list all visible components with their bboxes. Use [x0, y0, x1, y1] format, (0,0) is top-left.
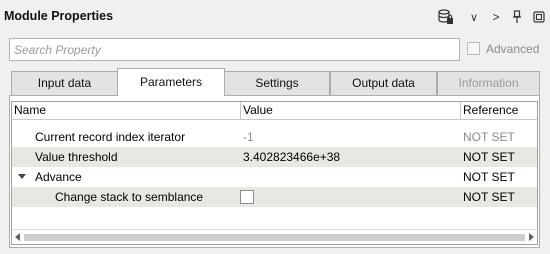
column-header-name[interactable]: Name [12, 102, 46, 120]
grid-header: Name Value Reference [12, 102, 537, 120]
property-value[interactable]: 3.402823466e+38 [243, 147, 340, 167]
property-name: Value threshold [35, 150, 118, 164]
tab-input-data[interactable]: Input data [11, 71, 118, 95]
panel-title: Module Properties [4, 9, 114, 23]
semblance-checkbox[interactable] [240, 190, 254, 204]
parameters-panel: Name Value Reference Current record inde… [9, 95, 540, 248]
property-name: Change stack to semblance [55, 190, 204, 204]
table-row[interactable]: Value threshold 3.402823466e+38 NOT SET [12, 147, 537, 167]
tab-output-data[interactable]: Output data [330, 71, 437, 95]
table-row-group[interactable]: Advance NOT SET [12, 167, 537, 187]
title-bar: Module Properties ∨ > [0, 0, 550, 34]
chevron-right-icon[interactable]: > [490, 8, 502, 26]
property-reference[interactable]: NOT SET [463, 187, 515, 207]
property-value[interactable]: -1 [243, 127, 254, 147]
property-reference[interactable]: NOT SET [463, 167, 515, 187]
advanced-label: Advanced [486, 42, 540, 56]
pin-icon[interactable] [511, 8, 523, 26]
tab-information[interactable]: Information [437, 71, 540, 95]
scroll-left-icon[interactable] [15, 233, 20, 241]
database-lock-icon[interactable] [437, 8, 455, 26]
horizontal-scrollbar[interactable] [12, 229, 537, 244]
table-row[interactable]: Change stack to semblance NOT SET [12, 187, 537, 207]
restore-icon[interactable] [532, 8, 546, 26]
tab-parameters[interactable]: Parameters [117, 68, 225, 96]
property-reference[interactable]: NOT SET [463, 147, 515, 167]
chevron-down-icon[interactable]: ∨ [467, 8, 481, 26]
table-row[interactable]: Current record index iterator -1 NOT SET [12, 127, 537, 147]
scrollbar-thumb[interactable] [24, 234, 525, 241]
search-input[interactable] [9, 38, 460, 61]
tab-settings[interactable]: Settings [224, 71, 330, 95]
property-reference[interactable]: NOT SET [463, 127, 515, 147]
property-grid: Name Value Reference Current record inde… [11, 101, 538, 245]
column-header-value[interactable]: Value [241, 102, 273, 120]
scroll-right-icon[interactable] [529, 233, 534, 241]
tab-bar: Input data Parameters Settings Output da… [9, 68, 540, 96]
group-name: Advance [35, 170, 82, 184]
column-header-reference[interactable]: Reference [461, 102, 518, 120]
advanced-checkbox[interactable] [467, 42, 480, 55]
property-name: Current record index iterator [35, 130, 186, 144]
expand-caret-icon[interactable] [18, 174, 26, 179]
